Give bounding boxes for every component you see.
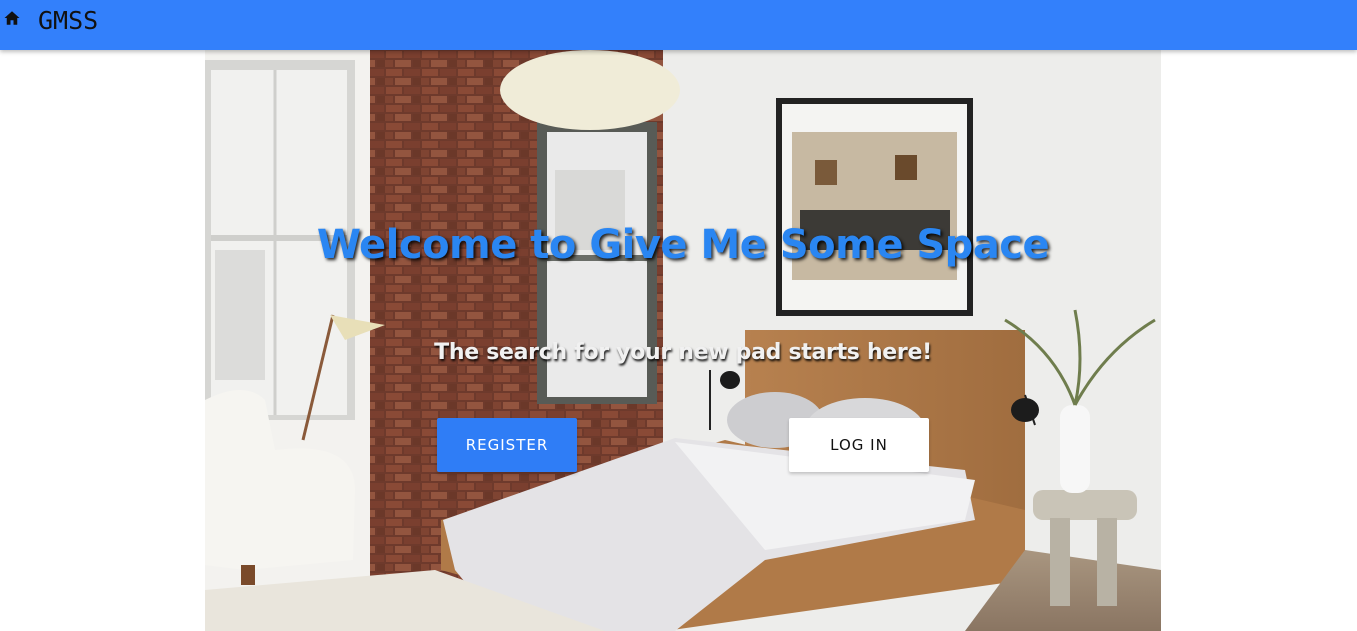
hero-section: Welcome to Give Me Some Space The search… (205, 50, 1161, 631)
hero-title: Welcome to Give Me Some Space (316, 222, 1050, 268)
top-navbar: GMSS (0, 0, 1357, 50)
home-icon (3, 9, 38, 31)
hero-subtitle: The search for your new pad starts here! (434, 340, 932, 365)
brand-link[interactable]: GMSS (3, 4, 98, 36)
register-button[interactable]: REGISTER (437, 418, 577, 472)
brand-title: GMSS (38, 5, 99, 35)
login-button[interactable]: LOG IN (789, 418, 929, 472)
